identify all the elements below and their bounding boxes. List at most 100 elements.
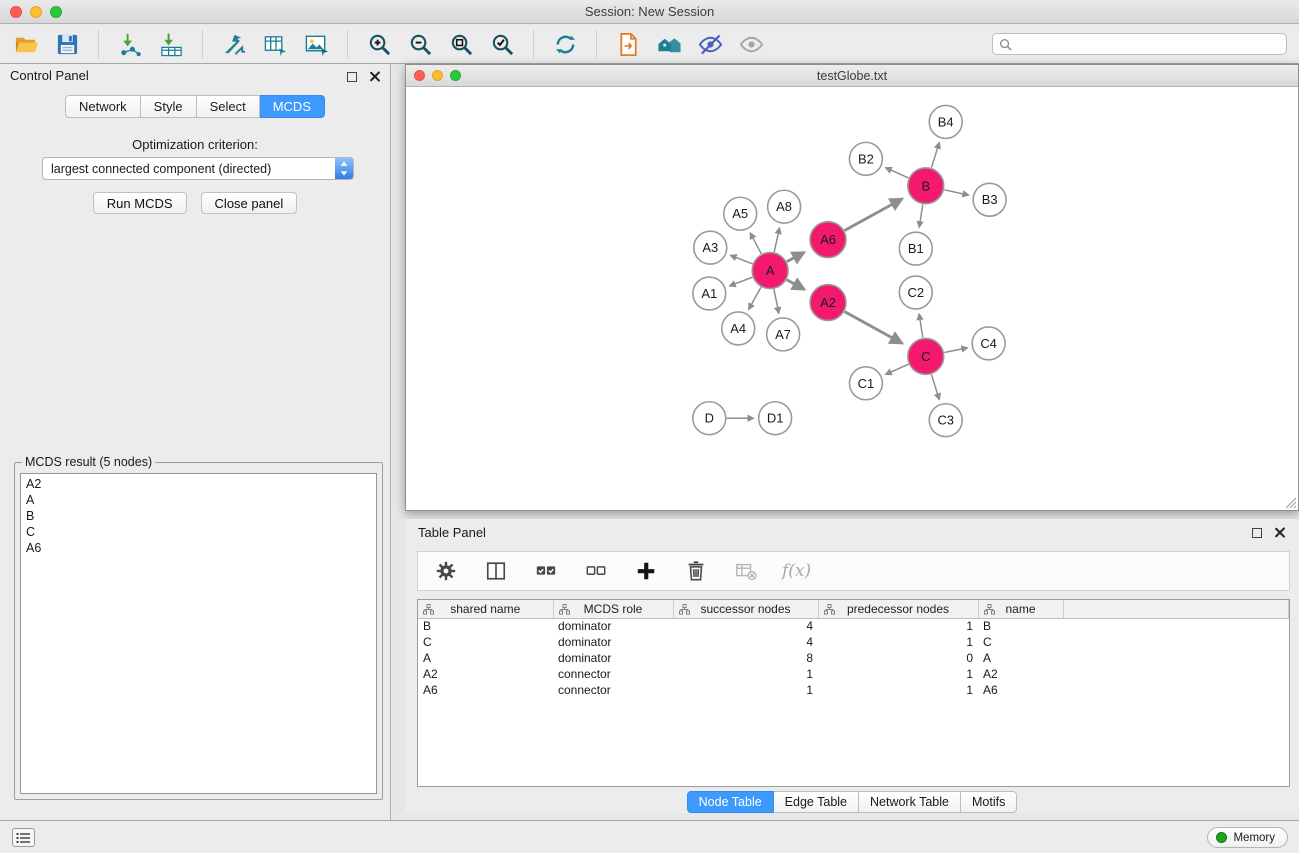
- mcds-result-item[interactable]: C: [21, 524, 376, 540]
- table-cell[interactable]: 1: [818, 682, 978, 698]
- results-panel-icon[interactable]: [614, 30, 642, 58]
- table-row[interactable]: A6connector11A6: [418, 682, 1289, 698]
- edge-A-A8[interactable]: [774, 228, 779, 252]
- network-minimize-button[interactable]: [432, 70, 443, 81]
- table-cell[interactable]: 1: [818, 666, 978, 682]
- node-C3[interactable]: C3: [929, 404, 962, 437]
- node-B[interactable]: B: [908, 168, 944, 204]
- export-table-icon[interactable]: [261, 30, 289, 58]
- table-row[interactable]: A2connector11A2: [418, 666, 1289, 682]
- column-header-name[interactable]: name: [978, 600, 1063, 618]
- edge-A-A2[interactable]: [787, 280, 805, 290]
- zoom-out-icon[interactable]: [406, 30, 434, 58]
- edge-B-B1[interactable]: [919, 204, 923, 227]
- column-header-MCDS-role[interactable]: MCDS role: [553, 600, 673, 618]
- edge-A-A5[interactable]: [750, 233, 761, 254]
- table-function-fx-icon[interactable]: f(x): [782, 561, 811, 581]
- tab-mcds[interactable]: MCDS: [260, 95, 325, 118]
- table-columns-icon[interactable]: [482, 557, 510, 585]
- column-header-successor-nodes[interactable]: successor nodes: [673, 600, 818, 618]
- tab-network-table[interactable]: Network Table: [859, 791, 961, 813]
- column-header-predecessor-nodes[interactable]: predecessor nodes: [818, 600, 978, 618]
- search-input[interactable]: [1016, 37, 1280, 51]
- node-B1[interactable]: B1: [899, 232, 932, 265]
- table-close-panel-icon[interactable]: [1274, 527, 1285, 538]
- table-delete-icon[interactable]: [682, 557, 710, 585]
- table-cell[interactable]: dominator: [553, 618, 673, 634]
- table-cell[interactable]: 0: [818, 650, 978, 666]
- edge-A2-C[interactable]: [845, 312, 903, 344]
- node-B2[interactable]: B2: [849, 142, 882, 175]
- node-A7[interactable]: A7: [767, 318, 800, 351]
- table-select-all-icon[interactable]: [532, 557, 560, 585]
- network-zoom-button[interactable]: [450, 70, 461, 81]
- table-delete-table-icon[interactable]: [732, 557, 760, 585]
- edge-A-A6[interactable]: [787, 252, 804, 261]
- run-mcds-button[interactable]: Run MCDS: [93, 192, 187, 214]
- close-window-button[interactable]: [10, 6, 22, 18]
- export-image-icon[interactable]: [302, 30, 330, 58]
- node-D[interactable]: D: [693, 402, 726, 435]
- table-cell[interactable]: 1: [818, 634, 978, 650]
- close-panel-icon[interactable]: [369, 71, 380, 82]
- node-A2[interactable]: A2: [810, 285, 846, 321]
- mcds-result-item[interactable]: A6: [21, 540, 376, 556]
- edge-A-A7[interactable]: [774, 289, 779, 313]
- edge-C-C3[interactable]: [931, 374, 939, 399]
- table-cell[interactable]: C: [418, 634, 553, 650]
- edge-B-B2[interactable]: [885, 168, 908, 178]
- node-A6[interactable]: A6: [810, 222, 846, 258]
- tab-node-table[interactable]: Node Table: [687, 791, 774, 813]
- table-cell[interactable]: dominator: [553, 650, 673, 666]
- mcds-result-item[interactable]: A: [21, 492, 376, 508]
- node-A3[interactable]: A3: [694, 231, 727, 264]
- node-C2[interactable]: C2: [899, 276, 932, 309]
- table-cell[interactable]: 1: [673, 682, 818, 698]
- close-panel-button[interactable]: Close panel: [201, 192, 298, 214]
- table-row[interactable]: Adominator80A: [418, 650, 1289, 666]
- table-cell[interactable]: B: [418, 618, 553, 634]
- open-session-icon[interactable]: [12, 30, 40, 58]
- tab-edge-table[interactable]: Edge Table: [774, 791, 859, 813]
- node-B3[interactable]: B3: [973, 183, 1006, 216]
- table-cell[interactable]: 8: [673, 650, 818, 666]
- table-cell[interactable]: dominator: [553, 634, 673, 650]
- tab-style[interactable]: Style: [141, 95, 197, 118]
- tab-motifs[interactable]: Motifs: [961, 791, 1017, 813]
- network-window-titlebar[interactable]: testGlobe.txt: [406, 65, 1298, 87]
- table-row[interactable]: Cdominator41C: [418, 634, 1289, 650]
- export-network-icon[interactable]: [220, 30, 248, 58]
- edge-A-A1[interactable]: [729, 277, 752, 286]
- edge-C-C1[interactable]: [885, 364, 908, 374]
- float-panel-icon[interactable]: [347, 72, 357, 82]
- column-header-shared-name[interactable]: shared name: [418, 600, 553, 618]
- table-cell[interactable]: C: [978, 634, 1063, 650]
- mcds-result-item[interactable]: B: [21, 508, 376, 524]
- node-C1[interactable]: C1: [849, 367, 882, 400]
- node-D1[interactable]: D1: [759, 402, 792, 435]
- table-cell[interactable]: connector: [553, 666, 673, 682]
- edge-C-C2[interactable]: [919, 314, 923, 338]
- table-deselect-all-icon[interactable]: [582, 557, 610, 585]
- mcds-result-item[interactable]: A2: [21, 476, 376, 492]
- edge-A6-B[interactable]: [845, 199, 903, 231]
- table-cell[interactable]: 1: [818, 618, 978, 634]
- table-cell[interactable]: A: [418, 650, 553, 666]
- node-C[interactable]: C: [908, 338, 944, 374]
- table-cell[interactable]: 4: [673, 618, 818, 634]
- edge-C-C4[interactable]: [944, 348, 967, 353]
- table-cell[interactable]: 1: [673, 666, 818, 682]
- node-A4[interactable]: A4: [722, 312, 755, 345]
- resize-grip-icon[interactable]: [1284, 496, 1297, 509]
- table-add-icon[interactable]: [632, 557, 660, 585]
- tab-network[interactable]: Network: [65, 95, 141, 118]
- panel-selector-button[interactable]: [12, 828, 35, 847]
- zoom-in-icon[interactable]: [365, 30, 393, 58]
- table-cell[interactable]: A6: [418, 682, 553, 698]
- import-table-from-file-icon[interactable]: [157, 30, 185, 58]
- edge-A-A3[interactable]: [730, 255, 752, 263]
- edge-A-A4[interactable]: [749, 287, 761, 309]
- table-row[interactable]: Bdominator41B: [418, 618, 1289, 634]
- save-session-icon[interactable]: [53, 30, 81, 58]
- table-cell[interactable]: A2: [418, 666, 553, 682]
